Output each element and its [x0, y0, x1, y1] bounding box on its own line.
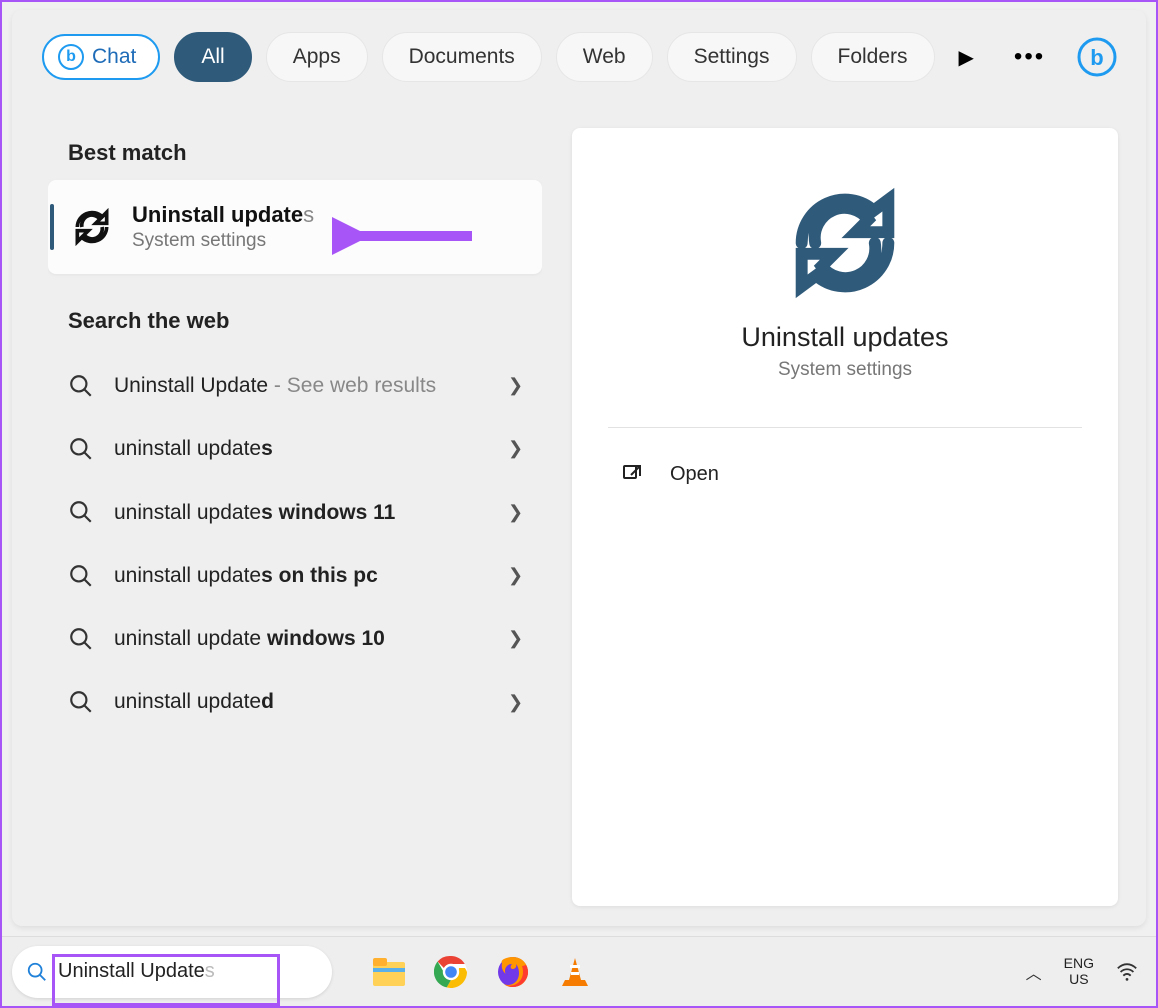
divider	[608, 427, 1082, 428]
search-icon	[68, 499, 94, 525]
more-filters-arrow-icon[interactable]: ▶	[949, 45, 984, 70]
search-web-heading: Search the web	[48, 296, 542, 348]
chevron-right-icon: ❯	[508, 565, 528, 586]
web-result-item[interactable]: uninstall update windows 10 ❯	[48, 607, 542, 670]
filter-documents[interactable]: Documents	[382, 32, 542, 82]
search-icon	[68, 563, 94, 589]
bing-corner-icon[interactable]: b	[1075, 33, 1118, 81]
chevron-right-icon: ❯	[508, 628, 528, 649]
search-icon	[68, 626, 94, 652]
search-icon	[68, 689, 94, 715]
best-match-subtitle: System settings	[132, 230, 314, 252]
web-result-text: uninstall updates on this pc	[114, 562, 488, 589]
filter-settings[interactable]: Settings	[667, 32, 797, 82]
web-result-text: uninstall update windows 10	[114, 625, 488, 652]
results-left-column: Best match Uninstall updates System sett…	[48, 128, 542, 916]
chat-label: Chat	[92, 45, 136, 69]
preview-subtitle: System settings	[602, 359, 1088, 381]
web-result-text: Uninstall Update - See web results	[114, 372, 488, 399]
web-result-item[interactable]: uninstall updated ❯	[48, 670, 542, 733]
search-input-text: Uninstall Updates	[58, 960, 215, 983]
filter-folders[interactable]: Folders	[811, 32, 935, 82]
filter-apps[interactable]: Apps	[266, 32, 368, 82]
web-result-item[interactable]: uninstall updates ❯	[48, 417, 542, 480]
chrome-icon[interactable]	[434, 955, 468, 989]
chat-filter[interactable]: b Chat	[42, 34, 160, 80]
svg-text:b: b	[1090, 45, 1103, 70]
best-match-heading: Best match	[48, 128, 542, 180]
web-result-item[interactable]: Uninstall Update - See web results ❯	[48, 354, 542, 417]
filter-all[interactable]: All	[174, 32, 251, 82]
open-icon	[620, 462, 644, 486]
web-result-item[interactable]: uninstall updates windows 11 ❯	[48, 481, 542, 544]
sync-large-icon	[780, 178, 910, 308]
preview-pane: Uninstall updates System settings Open	[572, 128, 1118, 906]
taskbar: Uninstall Updates ︿ ENG US	[2, 936, 1156, 1006]
wifi-icon[interactable]	[1116, 961, 1138, 983]
open-action[interactable]: Open	[602, 446, 1088, 502]
preview-title: Uninstall updates	[602, 322, 1088, 353]
file-explorer-icon[interactable]	[372, 955, 406, 989]
taskbar-system-tray: ︿ ENG US	[1026, 956, 1146, 987]
chevron-right-icon: ❯	[508, 375, 528, 396]
search-icon	[68, 436, 94, 462]
overflow-menu-icon[interactable]: •••	[998, 43, 1061, 71]
chevron-right-icon: ❯	[508, 438, 528, 459]
taskbar-pinned-apps	[372, 955, 592, 989]
filter-web[interactable]: Web	[556, 32, 653, 82]
vlc-icon[interactable]	[558, 955, 592, 989]
taskbar-search[interactable]: Uninstall Updates	[12, 946, 332, 998]
web-result-text: uninstall updates windows 11	[114, 499, 488, 526]
search-icon	[26, 961, 48, 983]
chevron-right-icon: ❯	[508, 692, 528, 713]
best-match-result[interactable]: Uninstall updates System settings	[48, 180, 542, 274]
web-results-list: Uninstall Update - See web results ❯ uni…	[48, 348, 542, 734]
open-label: Open	[670, 463, 719, 486]
sync-icon	[70, 205, 114, 249]
chevron-right-icon: ❯	[508, 502, 528, 523]
bing-icon: b	[58, 44, 84, 70]
best-match-text: Uninstall updates System settings	[132, 202, 314, 252]
language-indicator[interactable]: ENG US	[1064, 956, 1094, 987]
web-result-text: uninstall updated	[114, 688, 488, 715]
web-result-item[interactable]: uninstall updates on this pc ❯	[48, 544, 542, 607]
search-icon	[68, 373, 94, 399]
firefox-icon[interactable]	[496, 955, 530, 989]
web-result-text: uninstall updates	[114, 435, 488, 462]
tray-overflow-icon[interactable]: ︿	[1026, 960, 1042, 984]
search-panel: b Chat All Apps Documents Web Settings F…	[12, 10, 1146, 926]
filter-row: b Chat All Apps Documents Web Settings F…	[12, 10, 1146, 96]
